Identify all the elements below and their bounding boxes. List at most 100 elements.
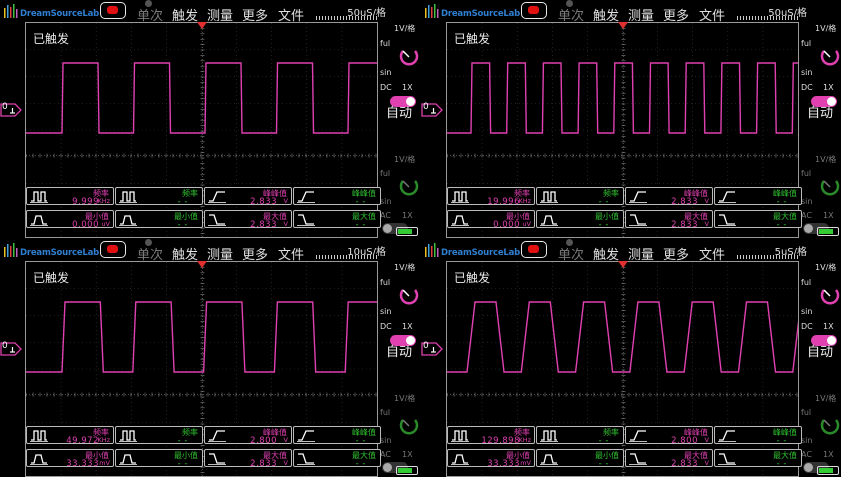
ch1-vdiv-knob[interactable] (820, 416, 840, 435)
measure-unit: uV (522, 220, 531, 228)
ch1-vdiv-knob[interactable] (399, 416, 419, 435)
trigger-mode-label[interactable]: 自动 (386, 341, 412, 360)
ch1-vdiv-knob[interactable] (399, 177, 419, 196)
ch1-ful-label: ful (380, 169, 391, 178)
measure-value: - - (355, 436, 366, 446)
ch0-probe-label: 1X (823, 83, 834, 92)
measure-ch0-vpp[interactable]: 峰峰值 2.800 V (204, 426, 292, 446)
period-icon (451, 430, 469, 442)
measure-ch0-freq[interactable]: 频率 129.898 KHz (447, 426, 535, 446)
measure-value: 33.333 (487, 459, 520, 469)
ch0-ground-marker[interactable]: 0 (421, 102, 443, 117)
ch0-vdiv-knob[interactable] (399, 286, 419, 305)
measure-value: 19.996 (487, 197, 520, 207)
ch1-sin-label: sin (380, 436, 392, 445)
measure-value: 2.833 (671, 197, 698, 207)
period-icon (30, 191, 48, 203)
measure-ch1-freq[interactable]: 频率 - - (115, 426, 203, 446)
measure-value: - - (598, 459, 609, 469)
measure-ch0-max[interactable]: 最大值 2.833 V (204, 210, 292, 230)
logo-text: DreamSourceLab (20, 248, 100, 258)
battery-fill (819, 229, 833, 234)
stop-icon (528, 6, 539, 14)
ch0-vdiv-knob[interactable] (820, 286, 840, 305)
measure-ch1-max[interactable]: 最大值 - - (293, 210, 381, 230)
ch0-coupling-label: DC (380, 83, 392, 92)
measure-ch1-vpp[interactable]: 峰峰值 - - (293, 187, 381, 207)
measure-ch1-vpp[interactable]: 峰峰值 - - (714, 187, 802, 207)
measure-unit: V (704, 220, 709, 228)
measure-ch0-max[interactable]: 最大值 2.833 V (625, 449, 713, 469)
trigger-mode-label[interactable]: 自动 (386, 102, 412, 121)
measure-value: - - (177, 197, 188, 207)
logo-text: DreamSourceLab (20, 9, 100, 19)
measure-ch0-freq[interactable]: 频率 19.996 KHz (447, 187, 535, 207)
ch0-ful-label: ful (801, 278, 812, 287)
ch0-waveform (26, 301, 377, 373)
measure-ch1-freq[interactable]: 频率 - - (115, 187, 203, 207)
ch0-ful-label: ful (801, 39, 812, 48)
ch1-vdiv-knob[interactable] (820, 177, 840, 196)
channel-controls: 1V/格 ful sin DC 1X 1V/格 ful sin AC 1X (380, 261, 420, 477)
measure-unit: V (704, 459, 709, 467)
measure-value: - - (177, 459, 188, 469)
logo-bars-icon (3, 3, 19, 18)
measure-ch0-vpp[interactable]: 峰峰值 2.833 V (204, 187, 292, 207)
measure-ch1-min[interactable]: 最小值 - - (115, 210, 203, 230)
measure-ch1-max[interactable]: 最大值 - - (293, 449, 381, 469)
measure-ch1-min[interactable]: 最小值 - - (536, 449, 624, 469)
measure-value: - - (355, 197, 366, 207)
measure-ch1-freq[interactable]: 频率 - - (536, 187, 624, 207)
ch0-ground-marker[interactable]: 0 (0, 341, 22, 356)
run-stop-button[interactable] (521, 241, 547, 258)
measure-ch1-vpp[interactable]: 峰峰值 - - (293, 426, 381, 446)
run-stop-button[interactable] (100, 241, 126, 258)
measure-ch0-min[interactable]: 最小值 33.333 mV (26, 449, 114, 469)
trigger-position-marker[interactable] (617, 22, 628, 29)
measure-unit: mV (99, 459, 110, 467)
ch0-sin-label: sin (380, 68, 392, 77)
trigger-position-marker[interactable] (196, 22, 207, 29)
battery-icon (396, 227, 418, 236)
measure-ch1-freq[interactable]: 频率 - - (536, 426, 624, 446)
ch0-ground-marker[interactable]: 0 (421, 341, 443, 356)
trigger-status: 已触发 (33, 32, 70, 46)
run-stop-button[interactable] (100, 2, 126, 19)
ch0-sin-label: sin (801, 307, 813, 316)
measure-value: - - (177, 220, 188, 230)
logo-text: DreamSourceLab (441, 9, 521, 19)
ch0-waveform (447, 301, 798, 373)
period-icon (540, 430, 558, 442)
scope-panel-4: DreamSourceLab 单次 触发 测量 更多 文件 5uS/格 已触发 0 1V/格 ful… (421, 239, 841, 477)
fall-icon (297, 453, 315, 465)
trigger-mode-label[interactable]: 自动 (807, 341, 833, 360)
measure-ch1-min[interactable]: 最小值 - - (536, 210, 624, 230)
measure-ch1-max[interactable]: 最大值 - - (714, 210, 802, 230)
trigger-position-marker[interactable] (196, 261, 207, 268)
rise-icon (629, 430, 647, 442)
ch0-ground-marker[interactable]: 0 (0, 102, 22, 117)
measure-ch0-freq[interactable]: 频率 9.999 KHz (26, 187, 114, 207)
trigger-position-marker[interactable] (617, 261, 628, 268)
trigger-status: 已触发 (33, 271, 70, 285)
ch0-vdiv-knob[interactable] (399, 47, 419, 66)
ch0-vdiv-knob[interactable] (820, 47, 840, 66)
measure-ch1-max[interactable]: 最大值 - - (714, 449, 802, 469)
measure-ch0-min[interactable]: 最小值 33.333 mV (447, 449, 535, 469)
trigger-mode-label[interactable]: 自动 (807, 102, 833, 121)
measure-ch1-min[interactable]: 最小值 - - (115, 449, 203, 469)
measure-ch0-max[interactable]: 最大值 2.833 V (204, 449, 292, 469)
logo-bars-icon (3, 242, 19, 257)
measure-ch0-max[interactable]: 最大值 2.833 V (625, 210, 713, 230)
measure-ch1-vpp[interactable]: 峰峰值 - - (714, 426, 802, 446)
run-stop-button[interactable] (521, 2, 547, 19)
toolbar: DreamSourceLab 单次 触发 测量 更多 文件 50uS/格 (421, 0, 841, 24)
measure-ch0-vpp[interactable]: 峰峰值 2.800 V (625, 426, 713, 446)
ch1-ful-label: ful (801, 169, 812, 178)
measure-ch0-min[interactable]: 最小值 0.000 uV (447, 210, 535, 230)
rise-icon (297, 191, 315, 203)
measure-ch0-min[interactable]: 最小值 0.000 uV (26, 210, 114, 230)
ch0-ful-label: ful (380, 278, 391, 287)
measure-ch0-vpp[interactable]: 峰峰值 2.833 V (625, 187, 713, 207)
measure-ch0-freq[interactable]: 频率 49.972 KHz (26, 426, 114, 446)
